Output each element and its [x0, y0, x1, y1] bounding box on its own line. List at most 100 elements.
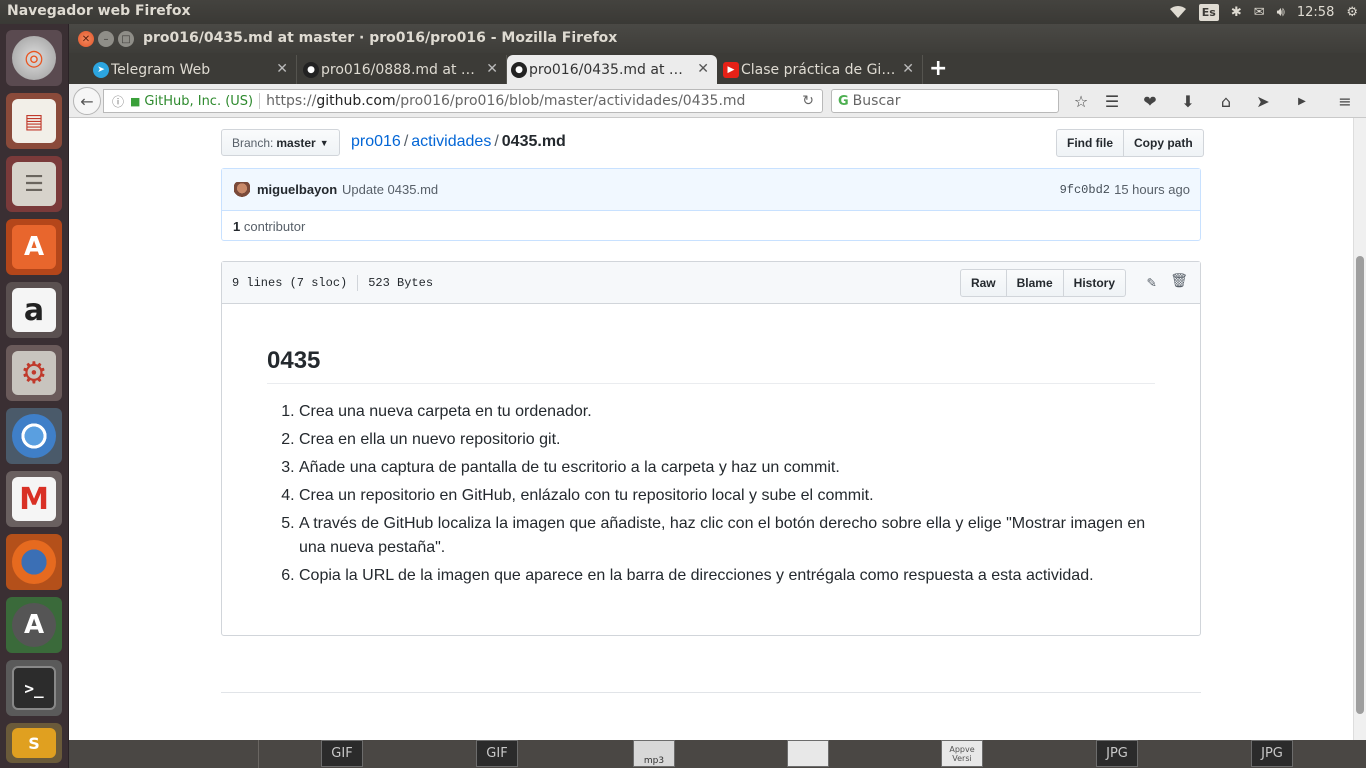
desktop-file-mp3[interactable]: mp3 [633, 740, 675, 767]
stack-icon: S [12, 728, 56, 758]
raw-button[interactable]: Raw [959, 269, 1007, 297]
window-close-button[interactable]: ✕ [78, 31, 94, 47]
page-scrollbar[interactable] [1353, 118, 1366, 740]
commit-message-link[interactable]: Update 0435.md [342, 182, 438, 197]
launcher-updater[interactable]: A [6, 597, 62, 653]
desktop-file-jpg[interactable]: JPG [1251, 740, 1293, 767]
info-icon[interactable]: ⓘ [112, 93, 124, 110]
launcher-settings[interactable]: ⚙ [6, 345, 62, 401]
search-engine-icon[interactable]: G [838, 94, 849, 109]
gear-icon[interactable]: ⚙ [1346, 5, 1358, 20]
launcher-files[interactable]: ☰ [6, 156, 62, 212]
telegram-icon: ➤ [93, 62, 109, 78]
tab-youtube[interactable]: ▶ Clase práctica de Gi… ✕ [719, 55, 923, 84]
lock-icon: ■ [130, 94, 141, 108]
site-identity[interactable]: GitHub, Inc. (US) [144, 94, 253, 109]
tab-label: pro016/0435.md at … [529, 61, 683, 78]
desktop-file-appversion[interactable]: Appve Versi [941, 740, 983, 767]
window-titlebar: ✕ – □ pro016/0435.md at master · pro016/… [69, 24, 1366, 53]
launcher-gmail[interactable]: M [6, 471, 62, 527]
window-minimize-button[interactable]: – [98, 31, 114, 47]
terminal-icon: >_ [12, 666, 56, 710]
list-item: Crea una nueva carpeta en tu ordenador. [299, 400, 1155, 424]
bookmark-star-icon[interactable]: ☆ [1071, 91, 1091, 111]
search-input[interactable]: G Buscar [831, 89, 1059, 113]
commit-summary: miguelbayon Update 0435.md 9fc0bd2 15 ho… [222, 169, 1200, 211]
commit-sha-link[interactable]: 9fc0bd2 [1060, 183, 1110, 197]
reading-list-icon[interactable]: ☰ [1102, 91, 1122, 111]
url-bar[interactable]: ⓘ ■ GitHub, Inc. (US) https://github.com… [103, 89, 823, 113]
pencil-icon[interactable]: ✎ [1147, 273, 1156, 292]
software-updater-icon: A [12, 603, 56, 647]
bluetooth-icon[interactable]: ✱ [1231, 5, 1242, 20]
youtube-addon-icon[interactable]: ▶ [1292, 91, 1312, 111]
desktop-divider [258, 740, 259, 768]
file-line-count: 9 lines (7 sloc) [232, 276, 348, 290]
file-nav-buttons: Find file Copy path [1056, 129, 1204, 157]
launcher-amazon[interactable]: a [6, 282, 62, 338]
launcher-terminal[interactable]: >_ [6, 660, 62, 716]
tab-strip: ➤ Telegram Web ✕ ● pro016/0888.md at … ✕… [69, 53, 1366, 84]
wifi-icon[interactable] [1169, 5, 1187, 19]
url-host: github.com [316, 93, 396, 109]
send-icon[interactable]: ➤ [1253, 91, 1273, 111]
trash-icon[interactable]: 🗑︎ [1170, 273, 1188, 290]
launcher-impress[interactable]: ▤ [6, 93, 62, 149]
close-icon[interactable]: ✕ [486, 61, 498, 77]
mail-icon[interactable]: ✉ [1254, 5, 1265, 20]
reload-icon[interactable]: ↻ [802, 93, 814, 109]
tab-label: Telegram Web [111, 61, 211, 78]
tab-github-0435[interactable]: ● pro016/0435.md at … ✕ [507, 55, 717, 84]
breadcrumb-separator: / [494, 133, 499, 150]
file-cabinet-icon: ☰ [12, 162, 56, 206]
chromium-icon [12, 414, 56, 458]
clock[interactable]: 12:58 [1297, 5, 1334, 20]
branch-name: master [276, 135, 316, 150]
volume-icon[interactable]: 🔊︎ [1277, 5, 1285, 20]
amazon-icon: a [12, 288, 56, 332]
hamburger-menu-icon[interactable]: ≡ [1335, 91, 1355, 111]
history-button[interactable]: History [1063, 269, 1126, 297]
desktop-file-gif[interactable]: GIF [321, 740, 363, 767]
tab-github-0888[interactable]: ● pro016/0888.md at … ✕ [299, 55, 507, 84]
breadcrumb-current-file: 0435.md [501, 133, 566, 150]
pocket-icon[interactable]: ❤ [1140, 91, 1160, 111]
download-icon[interactable]: ⬇ [1178, 91, 1198, 111]
ubuntu-logo-icon: ◎ [12, 36, 56, 80]
close-icon[interactable]: ✕ [697, 61, 709, 77]
close-icon[interactable]: ✕ [276, 61, 288, 77]
breadcrumb-dir-link[interactable]: actividades [411, 133, 491, 150]
desktop-file-text[interactable] [787, 740, 829, 767]
avatar[interactable] [234, 182, 250, 200]
url-text[interactable]: https://github.com/pro016/pro016/blob/ma… [266, 93, 745, 109]
blame-button[interactable]: Blame [1006, 269, 1064, 297]
launcher-software-center[interactable]: A [6, 219, 62, 275]
new-tab-button[interactable]: + [929, 56, 947, 81]
tab-telegram[interactable]: ➤ Telegram Web ✕ [89, 55, 297, 84]
home-icon[interactable]: ⌂ [1216, 91, 1236, 111]
breadcrumb-repo-link[interactable]: pro016 [351, 133, 401, 150]
back-button[interactable]: ← [73, 87, 101, 115]
window-maximize-button[interactable]: □ [118, 31, 134, 47]
launcher-chromium[interactable] [6, 408, 62, 464]
instruction-list: Crea una nueva carpeta en tu ordenador. … [267, 400, 1155, 588]
file-action-buttons: Raw Blame History [959, 269, 1126, 297]
url-prefix: https:// [266, 93, 317, 109]
launcher-firefox[interactable] [6, 534, 62, 590]
tab-label: pro016/0888.md at … [321, 61, 475, 78]
contributors-link[interactable]: 1 contributor [233, 219, 305, 234]
desktop-file-gif[interactable]: GIF [476, 740, 518, 767]
find-file-button[interactable]: Find file [1056, 129, 1124, 157]
scrollbar-thumb[interactable] [1356, 256, 1364, 714]
keyboard-layout-indicator[interactable]: Es [1198, 3, 1219, 21]
branch-selector[interactable]: Branch: master ▼ [221, 129, 340, 156]
close-icon[interactable]: ✕ [902, 61, 914, 77]
presentation-icon: ▤ [12, 99, 56, 143]
page-content: Branch: master ▼ pro016/actividades/0435… [69, 118, 1353, 740]
desktop-file-jpg[interactable]: JPG [1096, 740, 1138, 767]
launcher-trash[interactable]: S [6, 723, 62, 763]
ubuntu-dash-button[interactable]: ◎ [6, 30, 62, 86]
file-info-divider [357, 275, 359, 291]
commit-author-link[interactable]: miguelbayon [257, 182, 337, 197]
copy-path-button[interactable]: Copy path [1124, 129, 1204, 157]
